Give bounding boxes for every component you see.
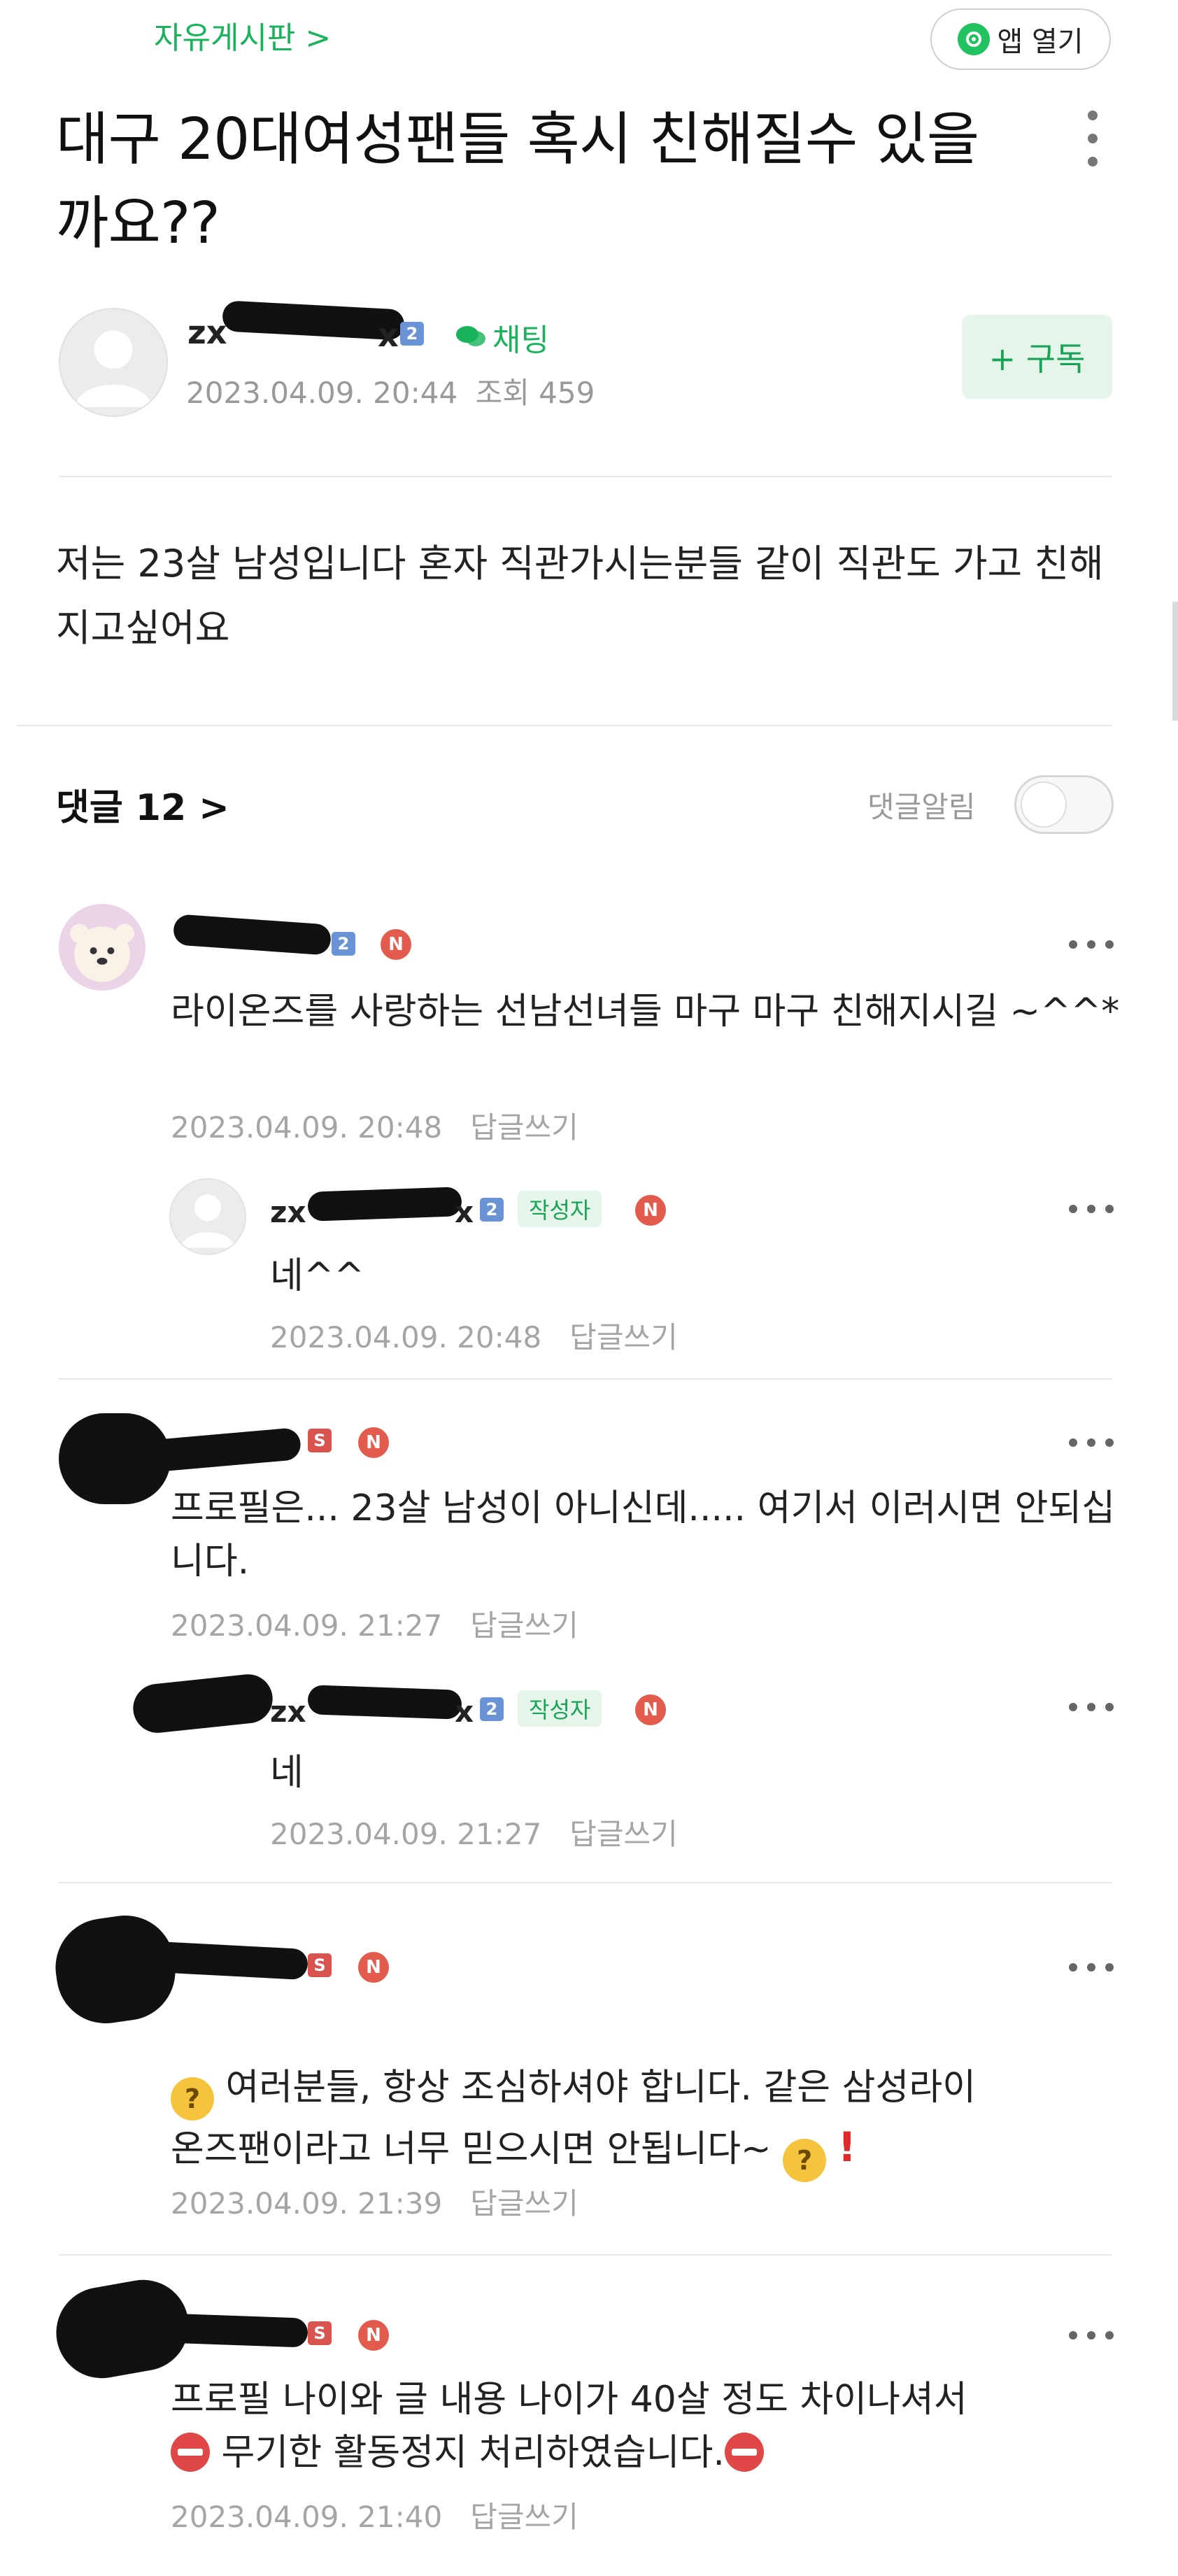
divider [59,2254,1112,2256]
comment-meta: 2023.04.09. 21:27 답글쓰기 [270,1811,678,1853]
post-date: 2023.04.09. 20:44 [186,376,458,410]
comment-text: 프로필은... 23살 남성이 아니신데..... 여기서 이러시면 안되십니다… [171,1487,1116,1583]
chat-bubble-icon [456,326,485,346]
comment-date: 2023.04.09. 21:39 [171,2186,443,2221]
reply-button[interactable]: 답글쓰기 [569,1320,678,1354]
post-views: 조회 459 [475,376,595,410]
comment-date: 2023.04.09. 21:27 [270,1817,542,1851]
reply-button[interactable]: 답글쓰기 [470,2186,579,2221]
open-app-label: 앱 열기 [997,26,1084,58]
member-level-badge: S [308,2321,332,2345]
comment-text: 네 [270,1752,304,1794]
member-level-badge: S [308,1429,332,1452]
new-badge: N [635,1195,666,1226]
post-meta: 2023.04.09. 20:44 조회 459 [186,369,595,412]
comment-meta: 2023.04.09. 21:39 답글쓰기 [171,2180,579,2223]
thinking-face-emoji: ? [171,2077,214,2121]
no-entry-emoji [724,2433,764,2472]
comments-count-link[interactable]: 댓글 12 > [56,778,229,830]
divider [17,725,1112,726]
comment-notify-label: 댓글알림 [867,790,976,824]
commenter-avatar[interactable] [169,1178,246,1255]
redaction-mark [307,1187,462,1222]
commenter-name[interactable]: zx [270,1195,306,1229]
comment-date: 2023.04.09. 21:27 [171,1608,443,1643]
author-name-tail: x [378,316,399,354]
more-horizontal-icon[interactable] [1069,1701,1114,1713]
divider [59,476,1112,477]
member-level-badge: 2 [480,1198,504,1222]
post-body: 저는 23살 남성입니다 혼자 직관가시는분들 같이 직관도 가고 친해 지고싶… [56,542,1104,650]
redacted-avatar [130,1671,276,1736]
more-horizontal-icon[interactable] [1069,939,1114,950]
subscribe-button[interactable]: + 구독 [962,315,1112,399]
new-badge: N [358,1952,389,1983]
divider [59,1378,1112,1380]
more-horizontal-icon[interactable] [1069,1203,1114,1215]
comment-notify-toggle[interactable] [1014,775,1114,834]
author-avatar[interactable] [59,308,168,417]
redaction-mark [160,2313,308,2348]
scroll-indicator [1172,602,1178,721]
comment-text-line: 프로필 나이와 글 내용 나이가 40살 정도 차이나셔서 [171,2379,967,2421]
comment-text-line: 여러분들, 항상 조심하셔야 합니다. 같은 삼성라이 [225,2067,977,2109]
reply-button[interactable]: 답글쓰기 [470,1608,579,1643]
member-level-badge: 2 [332,932,355,956]
chat-link[interactable]: 채팅 [455,315,549,360]
author-tag: 작성자 [518,1191,602,1227]
thinking-face-emoji: ? [783,2139,827,2182]
redaction-mark [307,1685,462,1720]
comment-text: ? 여러분들, 항상 조심하셔야 합니다. 같은 삼성라이 온즈팬이라고 너무 … [171,2061,1136,2182]
comment-text: 프로필 나이와 글 내용 나이가 40살 정도 차이나셔서 무기한 활동정지 처… [171,2373,1136,2479]
commenter-name-tail: x [455,1195,474,1229]
naver-cafe-icon [958,23,991,55]
new-badge: N [358,1427,389,1458]
member-level-badge: 2 [400,322,424,346]
reply-button[interactable]: 답글쓰기 [470,2500,579,2534]
new-badge: N [635,1694,666,1725]
post-title: 대구 20대여성팬들 혹시 친해질수 있을까요?? [56,106,979,257]
commenter-avatar[interactable] [59,904,146,991]
more-horizontal-icon[interactable] [1069,1437,1114,1448]
new-badge: N [381,929,411,960]
chat-label: 채팅 [492,323,549,358]
reply-button[interactable]: 답글쓰기 [569,1817,678,1851]
comment-date: 2023.04.09. 21:40 [171,2500,443,2534]
member-level-badge: S [308,1953,332,1977]
comment-text-line: 무기한 활동정지 처리하였습니다. [221,2432,725,2474]
commenter-name[interactable]: zx [270,1694,306,1729]
comment-meta: 2023.04.09. 20:48 답글쓰기 [171,1104,579,1147]
comment-meta: 2023.04.09. 21:27 답글쓰기 [171,1602,579,1645]
more-horizontal-icon[interactable] [1069,2330,1114,2341]
commenter-name-tail: x [455,1694,474,1729]
redaction-mark [172,914,332,956]
author-name[interactable]: zx [187,313,227,351]
comment-meta: 2023.04.09. 20:48 답글쓰기 [270,1314,678,1357]
author-tag: 작성자 [518,1690,602,1727]
member-level-badge: 2 [480,1697,504,1721]
open-app-button[interactable]: 앱 열기 [930,8,1111,70]
no-entry-emoji [171,2433,210,2472]
comment-meta: 2023.04.09. 21:40 답글쓰기 [171,2493,579,2536]
more-vertical-icon[interactable] [1086,111,1100,167]
comment-text-line: 온즈팬이라고 너무 믿으시면 안됩니다~ [171,2128,772,2170]
board-link[interactable]: 자유게시판 > [154,13,331,57]
comment-date: 2023.04.09. 20:48 [270,1320,542,1354]
reply-button[interactable]: 답글쓰기 [470,1110,579,1145]
comment-date: 2023.04.09. 20:48 [171,1110,443,1145]
comment-text: 네^^ [270,1255,364,1297]
more-horizontal-icon[interactable] [1069,1962,1114,1973]
divider [59,1882,1112,1883]
exclamation-emoji: ! [837,2123,857,2171]
new-badge: N [358,2320,389,2351]
comment-text: 라이온즈를 사랑하는 선남선녀들 마구 마구 친해지시길 ~^^* [171,991,1120,1033]
